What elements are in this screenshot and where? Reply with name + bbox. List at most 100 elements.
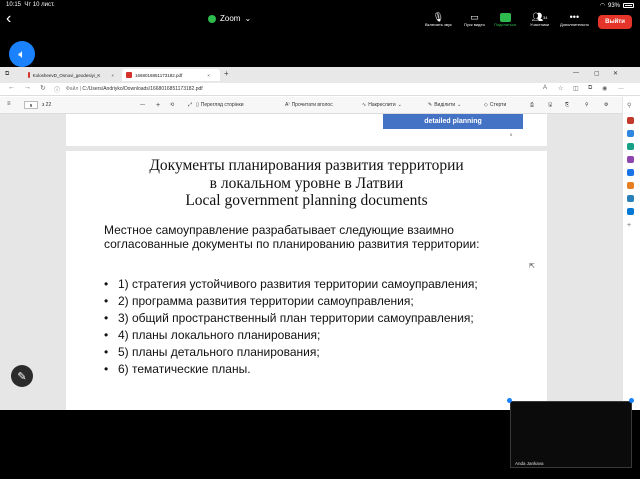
sidebar-add-icon[interactable]: + bbox=[627, 222, 631, 229]
status-time: 10:15 Чт 10 лист. bbox=[6, 2, 55, 8]
settings-more-icon[interactable]: … bbox=[618, 85, 624, 91]
zoom-in-button[interactable]: + bbox=[156, 102, 160, 109]
rotate-icon[interactable]: ⟲ bbox=[170, 102, 174, 108]
share-label: Поделиться bbox=[494, 22, 517, 27]
close-window-icon[interactable]: ✕ bbox=[613, 70, 618, 77]
zoom-window: 10:15 Чт 10 лист. ◠ 93% ‹ Zoom ⌄ 🎙︎ Вклю… bbox=[0, 0, 640, 479]
meeting-title[interactable]: Zoom ⌄ bbox=[208, 14, 251, 23]
list-item: • 4) планы локального планирования; bbox=[104, 328, 321, 342]
sidebar-app-icon[interactable] bbox=[627, 130, 634, 137]
list-item: • 2) программа развития территории самоуп… bbox=[104, 294, 414, 308]
zoom-out-button[interactable]: — bbox=[140, 102, 145, 108]
forward-arrow-icon[interactable]: → bbox=[24, 84, 31, 91]
sidebar-app-icon[interactable] bbox=[627, 208, 634, 215]
read-mode-icon[interactable]: A bbox=[543, 85, 547, 91]
page-view-button[interactable]: ▯ Перегляд сторінки bbox=[196, 102, 244, 108]
status-date-text: Чт 10 лист. bbox=[24, 2, 55, 8]
sidebar-app-icon[interactable] bbox=[627, 169, 634, 176]
video-handle-icon[interactable] bbox=[629, 398, 634, 403]
video-button[interactable]: ▭ Пуск видео bbox=[464, 12, 485, 28]
back-arrow-icon[interactable]: ← bbox=[8, 84, 15, 91]
read-aloud-button[interactable]: A⁾ Прочитати вголос bbox=[285, 102, 333, 108]
page-number-input[interactable]: 9 bbox=[24, 101, 38, 109]
more-button[interactable]: ••• Дополнительно bbox=[560, 12, 589, 27]
back-chevron-icon[interactable]: ‹ bbox=[6, 10, 11, 28]
annotate-pencil-icon[interactable]: ✎ bbox=[11, 365, 33, 387]
mute-button[interactable]: 🎙︎ Включить звук bbox=[425, 11, 452, 28]
info-icon[interactable]: ⓘ bbox=[54, 85, 60, 94]
chevron-down-icon: ⌄ bbox=[244, 14, 252, 23]
fit-page-icon[interactable]: ⤢ bbox=[188, 102, 192, 108]
mouse-cursor-icon: ⇱ bbox=[529, 263, 535, 270]
minimize-icon[interactable]: — bbox=[573, 70, 579, 76]
close-icon[interactable]: × bbox=[111, 73, 114, 78]
sidebar-app-icon[interactable] bbox=[627, 195, 634, 202]
more-dots-icon: ••• bbox=[569, 12, 580, 22]
reload-icon[interactable]: ↻ bbox=[40, 84, 46, 92]
share-button[interactable]: Поделиться bbox=[494, 12, 516, 27]
url-field[interactable]: Файл | C:/Users/Andriyko/Downloads/16680… bbox=[66, 86, 203, 92]
battery-percent: 93% bbox=[607, 2, 620, 9]
sidebar-app-icon[interactable] bbox=[627, 117, 634, 124]
url-prefix: Файл bbox=[66, 86, 79, 92]
save-as-icon[interactable]: ⎘ bbox=[565, 102, 569, 108]
battery-icon bbox=[623, 3, 634, 8]
draw-button[interactable]: ∿ Накреслити ⌄ bbox=[362, 102, 402, 108]
close-icon[interactable]: × bbox=[207, 73, 210, 78]
print-icon[interactable]: ⎙ bbox=[530, 102, 534, 108]
more-label: Дополнительно bbox=[560, 22, 589, 27]
previous-page-number: 8 bbox=[510, 132, 513, 137]
read-aloud-label: Прочитати вголос bbox=[291, 102, 333, 108]
bullet-text: 2) программа развития территории самоупр… bbox=[118, 294, 414, 308]
highlight-button[interactable]: ✎ Виділити ⌄ bbox=[428, 102, 461, 108]
slide-title-line: в локальном уровне в Латвии bbox=[209, 174, 404, 192]
participants-button[interactable]: 👥︎ 34 Участники bbox=[530, 12, 549, 28]
contents-menu-icon[interactable]: ≡ bbox=[7, 101, 11, 107]
meeting-title-text: Zoom bbox=[220, 14, 241, 23]
list-item: • 5) планы детального планирования; bbox=[104, 345, 320, 359]
profile-icon[interactable]: ◉ bbox=[602, 85, 607, 92]
slide-intro: Местное самоуправление разрабатывает сле… bbox=[104, 223, 480, 251]
sidebar-search-icon[interactable]: ⚲ bbox=[627, 102, 631, 109]
sidebar-app-icon[interactable] bbox=[627, 143, 634, 150]
video-handle-icon[interactable] bbox=[507, 398, 512, 403]
tab-pdf-active[interactable]: 1668016851173182.pdf × bbox=[122, 69, 220, 81]
erase-button[interactable]: ◇ Стерти bbox=[484, 102, 506, 108]
microphone-muted-icon: 🎙︎ bbox=[432, 11, 445, 22]
previous-page-box: detailed planning bbox=[383, 114, 523, 129]
tab-label: 1668016851173182.pdf bbox=[135, 72, 183, 78]
share-screen-icon bbox=[498, 12, 512, 22]
sidebar-app-icon[interactable] bbox=[627, 156, 634, 163]
tab-label: KolosheevD_Osnovi_geodesiyi_K bbox=[32, 72, 101, 78]
draw-label: Накреслити bbox=[368, 102, 396, 108]
highlighter-icon: ✎ bbox=[428, 102, 433, 108]
bullet-text: 1) стратегия устойчивого развития террит… bbox=[118, 277, 478, 291]
tab-kolosheev[interactable]: KolosheevD_Osnovi_geodesiyi_K × bbox=[24, 69, 118, 81]
leave-button[interactable]: Выйти bbox=[598, 15, 632, 29]
page-view-label: Перегляд сторінки bbox=[200, 102, 244, 108]
encryption-shield-icon bbox=[208, 14, 216, 23]
bullet-text: 4) планы локального планирования; bbox=[118, 328, 321, 342]
maximize-icon[interactable]: ▢ bbox=[594, 70, 600, 77]
slide-title-line: Local government planning documents bbox=[185, 192, 428, 209]
bullet-text: 5) планы детального планирования; bbox=[118, 345, 320, 359]
save-icon[interactable]: 🖫︎ bbox=[548, 102, 552, 110]
chevron-down-icon: ⌄ bbox=[397, 102, 402, 108]
split-screen-icon[interactable]: ◫ bbox=[573, 85, 579, 92]
sidebar-app-icon[interactable] bbox=[627, 182, 634, 189]
favorite-star-icon[interactable]: ☆ bbox=[558, 85, 563, 92]
highlight-label: Виділити bbox=[434, 102, 456, 108]
video-thumbnail[interactable] bbox=[510, 401, 632, 468]
audio-speaker-icon[interactable]: 🔈︎ bbox=[9, 41, 35, 67]
slide-bullet-list: • 1) стратегия устойчивого развития терри… bbox=[104, 276, 524, 378]
pin-icon[interactable]: ⚲ bbox=[585, 102, 589, 108]
tab-actions-icon[interactable]: ⧉ bbox=[5, 71, 9, 78]
new-tab-icon[interactable]: + bbox=[224, 69, 229, 78]
collections-icon[interactable]: ⧉ bbox=[588, 85, 592, 92]
video-label: Пуск видео bbox=[464, 22, 485, 27]
wifi-icon: ◠ bbox=[599, 3, 605, 9]
pdf-settings-icon[interactable]: ⚙ bbox=[604, 102, 608, 108]
erase-label: Стерти bbox=[489, 102, 507, 108]
bullet-text: 6) тематические планы. bbox=[118, 362, 251, 376]
participant-name: Anda Jankava bbox=[515, 461, 544, 466]
